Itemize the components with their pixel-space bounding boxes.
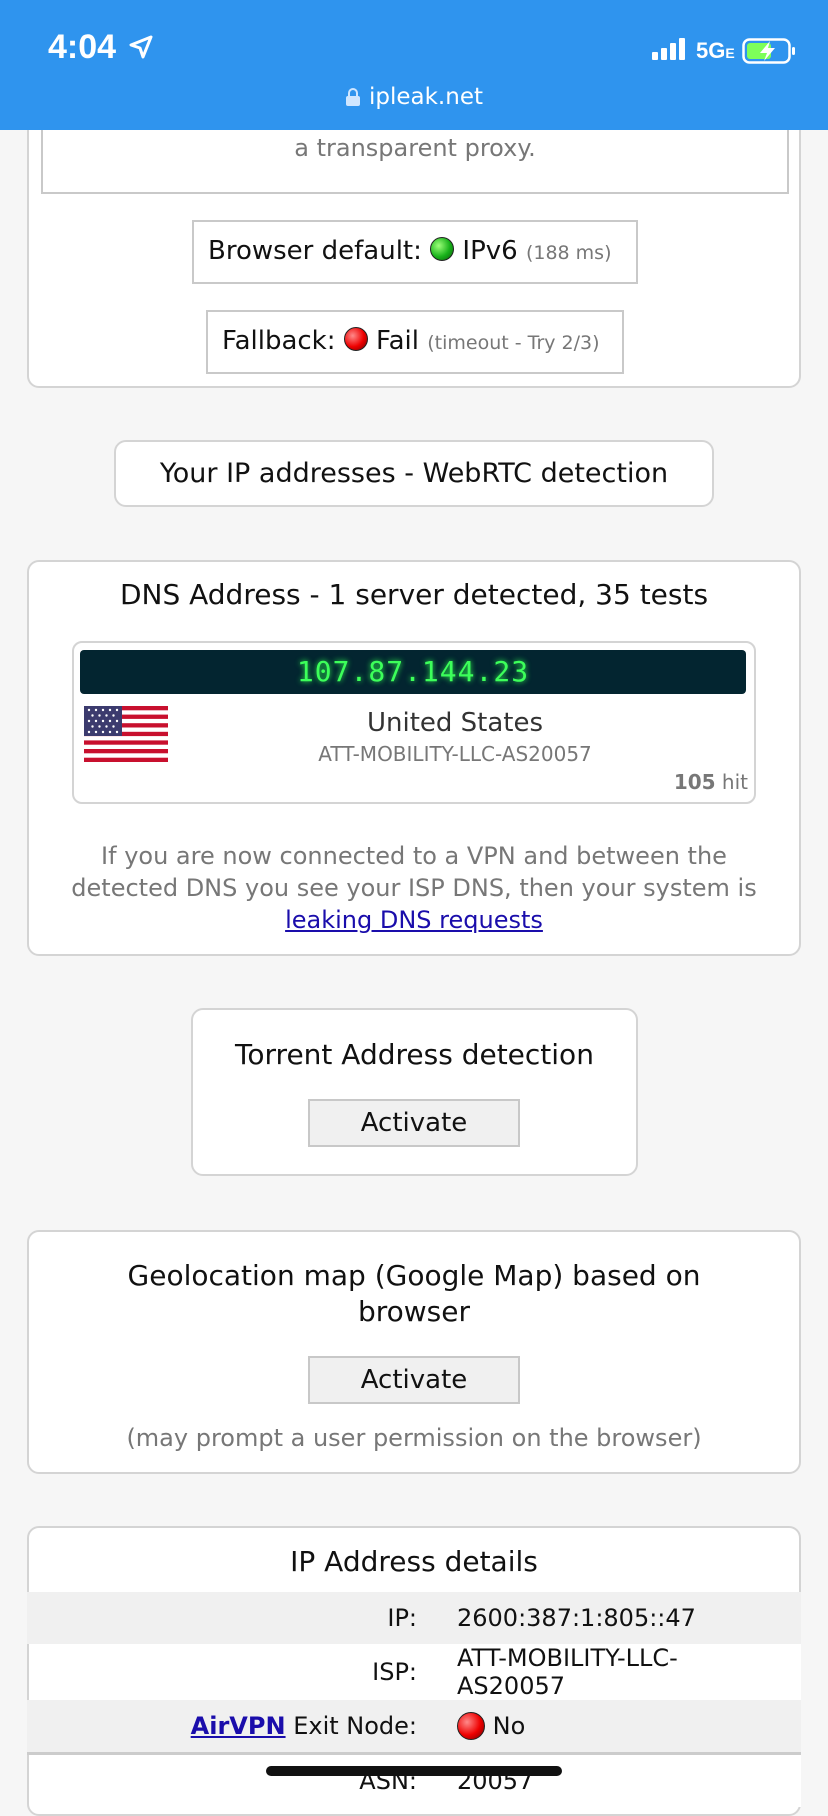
dns-country: United States	[366, 708, 544, 738]
dns-isp: ATT-MOBILITY-LLC-AS20057	[318, 742, 592, 766]
detail-value: 20057	[437, 1753, 801, 1807]
status-dot-red-icon	[343, 327, 368, 351]
torrent-title: Torrent Address detection	[235, 1038, 594, 1071]
network-type: 5GE	[696, 38, 735, 63]
torrent-activate-button[interactable]: Activate	[308, 1099, 520, 1147]
webrtc-detection-label: Your IP addresses - WebRTC detection	[159, 458, 669, 489]
browser-default-value: IPv6	[462, 236, 518, 266]
detail-value: No	[437, 1700, 801, 1754]
detail-key: ISP:	[372, 1658, 417, 1686]
detail-key: AirVPN Exit Node:	[27, 1700, 437, 1754]
browser-default-detail: (188 ms)	[525, 242, 612, 264]
ip-details-title: IP Address details	[290, 1545, 538, 1578]
fallback-value: Fail	[376, 326, 419, 356]
home-indicator[interactable]	[266, 1766, 562, 1776]
location-arrow-icon	[129, 35, 153, 59]
clock: 4:04	[48, 28, 117, 66]
dns-hit-count: 105 hit	[673, 770, 748, 794]
webrtc-detection-button[interactable]: Your IP addresses - WebRTC detection	[114, 440, 714, 507]
browser-default-label: Browser default:	[208, 236, 422, 266]
table-row: AirVPN Exit Node: No	[27, 1700, 801, 1754]
us-flag-icon	[84, 706, 168, 762]
dns-ip-address: 107.87.144.23	[80, 650, 746, 694]
detail-value: ATT-MOBILITY-LLC-AS20057	[437, 1644, 801, 1700]
battery-charging-icon	[742, 38, 795, 64]
url-text: ipleak.net	[368, 84, 483, 110]
table-row: IP: 2600:387:1:805::47	[27, 1592, 801, 1644]
detail-key: IP:	[27, 1592, 437, 1644]
geolocation-title: Geolocation map (Google Map) based on br…	[127, 1259, 701, 1328]
airvpn-link[interactable]: AirVPN	[191, 1712, 286, 1740]
status-dot-red-icon	[457, 1712, 485, 1740]
leaking-dns-link[interactable]: leaking DNS requests	[285, 906, 543, 934]
geolocation-note: (may prompt a user permission on the bro…	[126, 1424, 702, 1452]
dns-leak-note: If you are now connected to a VPN and be…	[71, 842, 757, 934]
dns-title: DNS Address - 1 server detected, 35 test…	[119, 578, 709, 611]
detail-value: 2600:387:1:805::47	[437, 1592, 801, 1644]
table-row: ASN: 20057	[27, 1753, 801, 1807]
fallback-detail: (timeout - Try 2/3)	[427, 332, 600, 354]
status-dot-green-icon	[430, 237, 455, 261]
table-row: ISP: ATT-MOBILITY-LLC-AS20057	[27, 1644, 801, 1700]
address-bar[interactable]: ipleak.net	[0, 84, 828, 110]
fallback-box: Fallback: Fail (timeout - Try 2/3)	[206, 310, 624, 374]
signal-strength-icon	[652, 38, 685, 60]
browser-default-box: Browser default: IPv6 (188 ms)	[192, 220, 638, 284]
detail-key: ASN:	[359, 1767, 417, 1795]
fallback-label: Fallback:	[222, 326, 336, 356]
proxy-text: a transparent proxy.	[294, 134, 536, 162]
torrent-card	[191, 1008, 638, 1176]
lock-icon	[345, 88, 360, 106]
status-bar: 4:04 5GE ipleak.net	[0, 0, 828, 130]
geolocation-activate-button[interactable]: Activate	[308, 1356, 520, 1404]
